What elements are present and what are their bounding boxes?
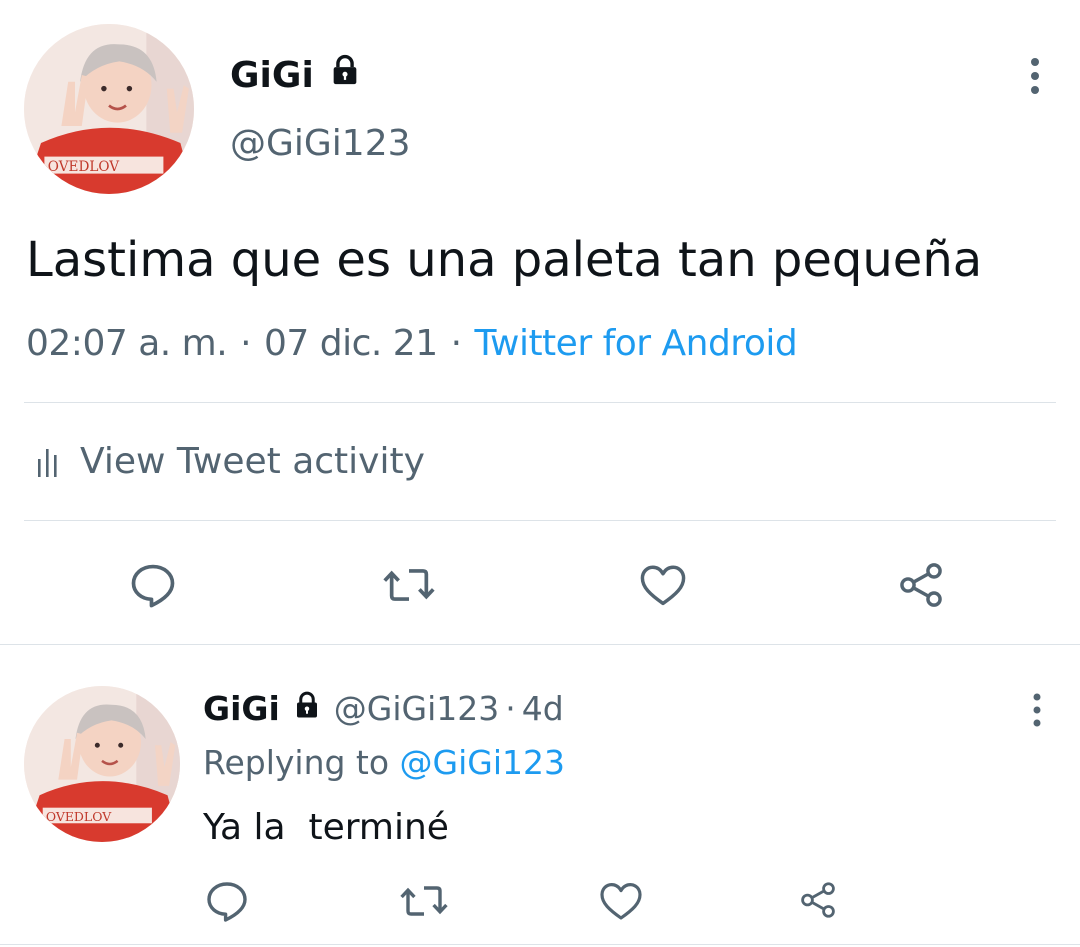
retweet-icon: [400, 886, 448, 916]
more-options-icon[interactable]: [1020, 56, 1050, 96]
replying-to-mention[interactable]: @GiGi123: [400, 743, 565, 782]
svg-text:OVEDLOV: OVEDLOV: [46, 809, 112, 824]
author-avatar[interactable]: OVEDLOV: [24, 24, 194, 194]
analytics-icon: [38, 449, 57, 477]
tweet-separator: [0, 944, 1080, 945]
tweet-metadata: 02:07 a. m. · 07 dic. 21 · Twitter for A…: [26, 320, 798, 368]
tweet-date: 07 dic. 21: [264, 323, 438, 364]
tweet-source-link[interactable]: Twitter for Android: [474, 323, 797, 364]
author-name-row: GiGi: [230, 52, 362, 100]
author-handle[interactable]: @GiGi123: [230, 120, 411, 168]
share-icon: [900, 563, 942, 607]
reply-more-options-icon[interactable]: [1024, 692, 1050, 728]
avatar-image: OVEDLOV: [24, 24, 194, 194]
divider: [24, 402, 1056, 403]
meta-separator: ·: [240, 323, 252, 364]
view-tweet-activity-button[interactable]: View Tweet activity: [36, 438, 425, 486]
like-icon: [600, 883, 642, 920]
activity-label: View Tweet activity: [80, 441, 425, 482]
reply-text: Ya la terminé: [203, 807, 449, 848]
retweet-button[interactable]: [378, 556, 440, 614]
reply-icon: [131, 564, 175, 608]
reply-share-button[interactable]: [794, 876, 842, 924]
meta-separator: ·: [450, 323, 462, 364]
replying-to-line: Replying to @GiGi123: [203, 740, 565, 786]
tweet-text: Lastima que es una paleta tan pequeña: [26, 232, 983, 288]
lock-icon: [328, 52, 362, 100]
reply-age: 4d: [521, 689, 564, 728]
like-button[interactable]: [634, 556, 692, 614]
reply-retweet-button[interactable]: [396, 874, 452, 928]
avatar-image: OVEDLOV: [24, 686, 180, 842]
reply-icon: [207, 882, 247, 922]
lock-icon: [292, 686, 322, 732]
tweet-time: 02:07 a. m.: [26, 323, 228, 364]
reply-button[interactable]: [124, 556, 182, 614]
reply-like-button[interactable]: [594, 874, 648, 928]
retweet-icon: [383, 569, 435, 601]
reply-author-name[interactable]: GiGi: [203, 686, 280, 732]
share-button[interactable]: [892, 556, 950, 614]
svg-text:OVEDLOV: OVEDLOV: [48, 159, 120, 175]
replying-to-label: Replying to: [203, 743, 390, 782]
author-name: GiGi: [230, 55, 314, 96]
divider: [24, 520, 1056, 521]
meta-separator: ·: [505, 689, 516, 728]
tweet-separator: [0, 644, 1080, 645]
share-icon: [801, 882, 835, 918]
reply-author-handle[interactable]: @GiGi123: [334, 686, 499, 732]
like-icon: [640, 565, 686, 606]
reply-author-avatar[interactable]: OVEDLOV: [24, 686, 180, 842]
reply-reply-button[interactable]: [200, 874, 254, 928]
reply-header: GiGi @GiGi123 · 4d: [203, 686, 564, 732]
